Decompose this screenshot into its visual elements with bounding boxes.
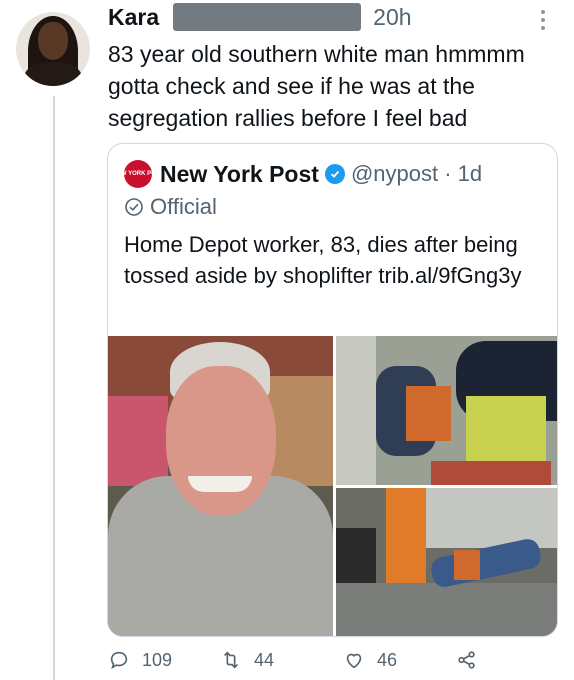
like-count: 46 — [377, 649, 398, 670]
thread-line — [53, 96, 55, 680]
tweet-header: Kara 20h — [108, 2, 412, 32]
retweet-button[interactable]: 44 — [220, 645, 274, 675]
like-button[interactable]: 46 — [343, 645, 397, 675]
tweet-text: 83 year old southern white man hmmmm got… — [108, 41, 525, 131]
tweet-time[interactable]: 20h — [373, 4, 411, 31]
media-grid — [108, 336, 557, 636]
redacted-handle — [173, 3, 362, 31]
official-text: Official — [150, 194, 217, 219]
avatar[interactable] — [16, 12, 90, 86]
official-label: Official — [124, 192, 217, 222]
share-button[interactable] — [456, 645, 490, 675]
reply-icon — [110, 651, 128, 670]
photo-worker-on-floor[interactable] — [336, 488, 557, 636]
nyp-logo-avatar[interactable]: NEW YORK POST — [113, 160, 163, 188]
more-options-icon[interactable] — [541, 10, 547, 30]
retweet-icon — [223, 651, 239, 669]
quoted-header: NEW YORK POST New York Post @nypost · 1d — [113, 158, 482, 190]
retweet-count: 44 — [254, 649, 275, 670]
photo-shoplifter-attack[interactable] — [336, 336, 557, 485]
reply-button[interactable]: 109 — [108, 645, 172, 675]
quoted-tweet[interactable]: NEW YORK POST New York Post @nypost · 1d… — [107, 143, 558, 637]
quoted-text: Home Depot worker, 83, dies after being … — [124, 232, 522, 288]
official-badge-icon — [125, 198, 143, 216]
reply-count: 109 — [142, 649, 173, 670]
action-bar: 109 44 46 — [108, 645, 558, 675]
quoted-handle-time[interactable]: @nypost · 1d — [351, 161, 482, 187]
author-name[interactable]: Kara — [108, 4, 159, 31]
photo-elderly-man[interactable] — [108, 336, 333, 636]
share-icon — [458, 651, 475, 669]
verified-badge-icon — [324, 164, 345, 184]
heart-icon — [346, 653, 362, 669]
quoted-author-name[interactable]: New York Post — [160, 161, 319, 188]
